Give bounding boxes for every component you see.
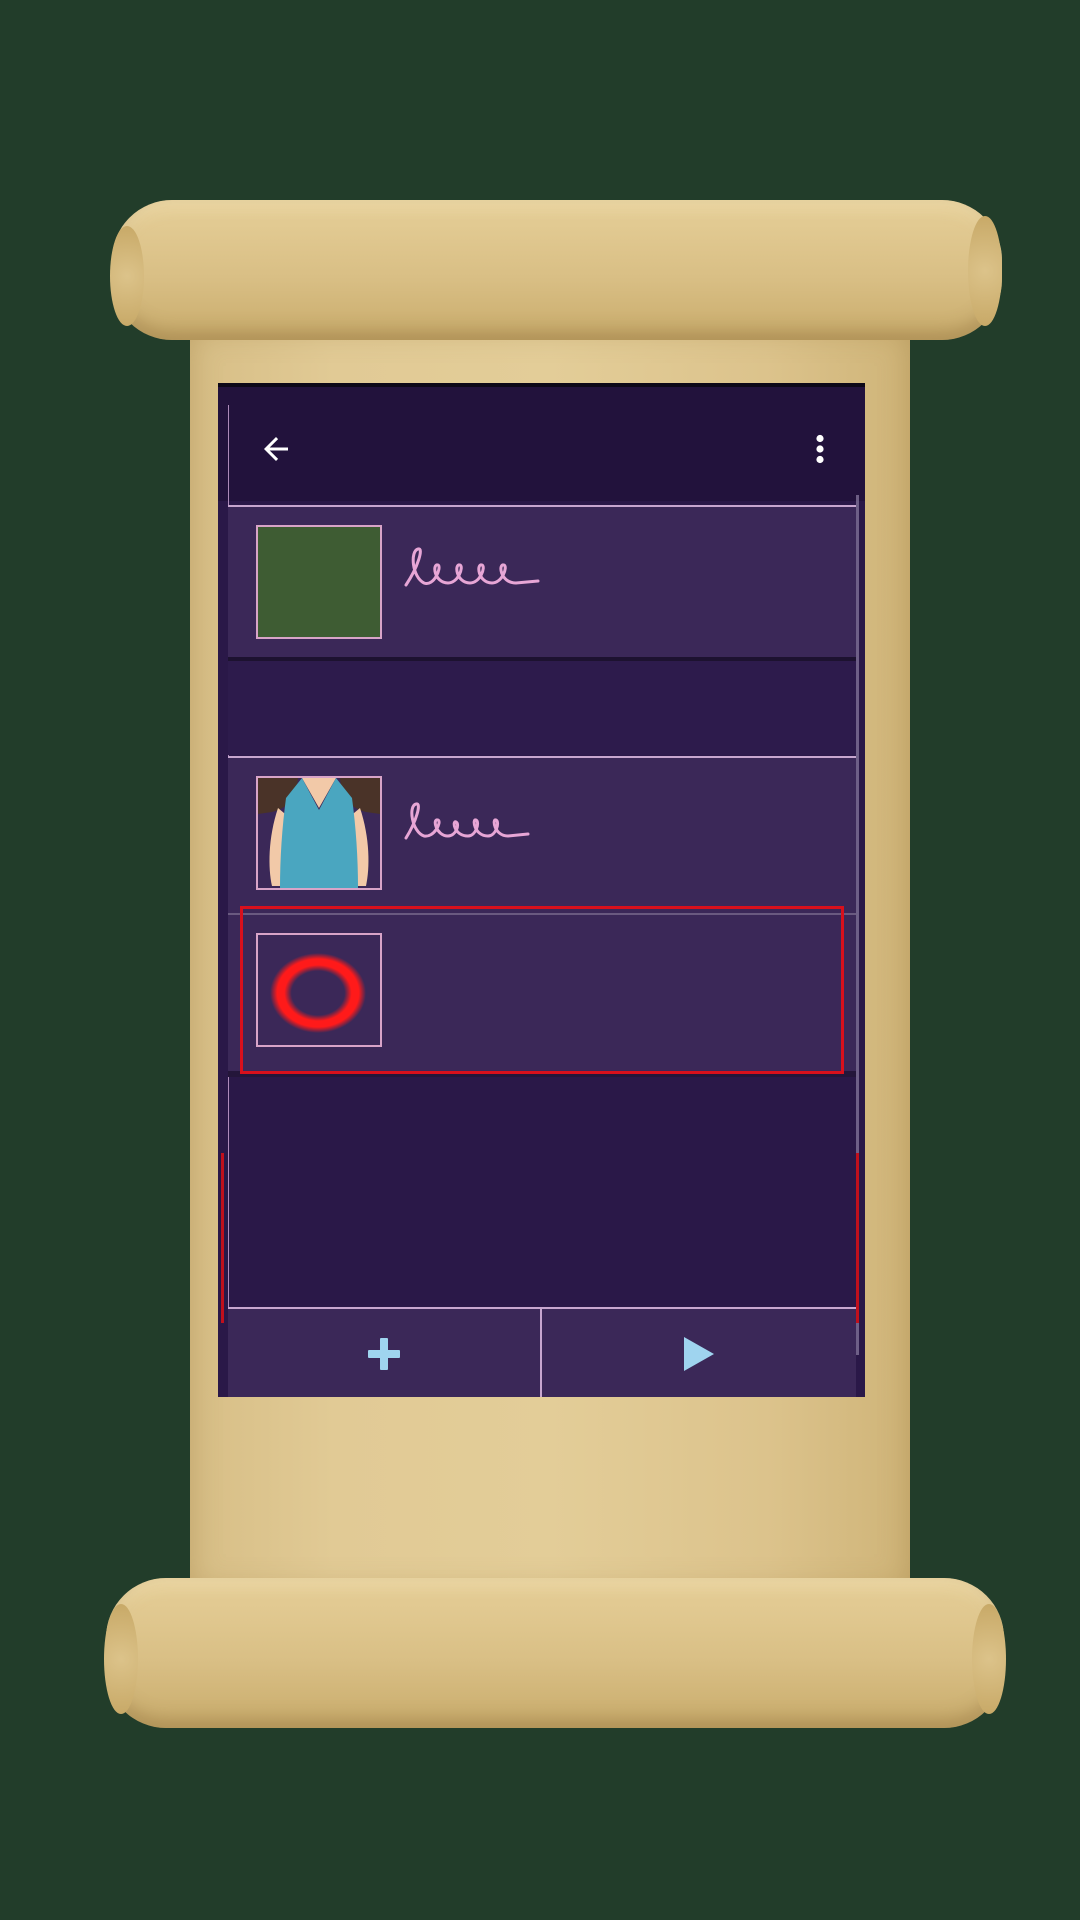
item-thumbnail (256, 776, 382, 890)
add-button[interactable] (228, 1309, 540, 1397)
bottom-action-bar (228, 1307, 856, 1397)
plus-icon (368, 1338, 400, 1370)
more-vertical-icon (816, 434, 824, 464)
empty-list-item[interactable] (228, 661, 856, 755)
play-button[interactable] (542, 1309, 856, 1397)
app-bar (218, 387, 865, 501)
dress-figure-icon (258, 778, 380, 888)
back-button[interactable] (258, 431, 294, 467)
scroll-roll-end (972, 1604, 1006, 1714)
overflow-menu-button[interactable] (810, 431, 830, 467)
selection-edge-marker (221, 1153, 224, 1323)
arrow-left-icon (264, 437, 288, 461)
scroll-top-roll (112, 200, 1002, 340)
list-item[interactable] (228, 505, 856, 663)
scroll-roll-end (968, 216, 1002, 326)
selection-edge-marker (856, 1153, 859, 1323)
scroll-roll-end (104, 1604, 138, 1714)
item-thumbnail (256, 933, 382, 1047)
red-ring-icon (270, 953, 366, 1033)
list-item-selected[interactable] (228, 913, 856, 1077)
handwritten-label (404, 802, 530, 840)
play-icon (684, 1337, 714, 1371)
app-window (218, 383, 865, 1397)
scroll-bottom-roll (106, 1578, 1004, 1728)
list-item[interactable] (228, 756, 856, 914)
item-thumbnail (256, 525, 382, 639)
scroll-roll-end (110, 226, 144, 326)
handwritten-label (404, 547, 540, 587)
